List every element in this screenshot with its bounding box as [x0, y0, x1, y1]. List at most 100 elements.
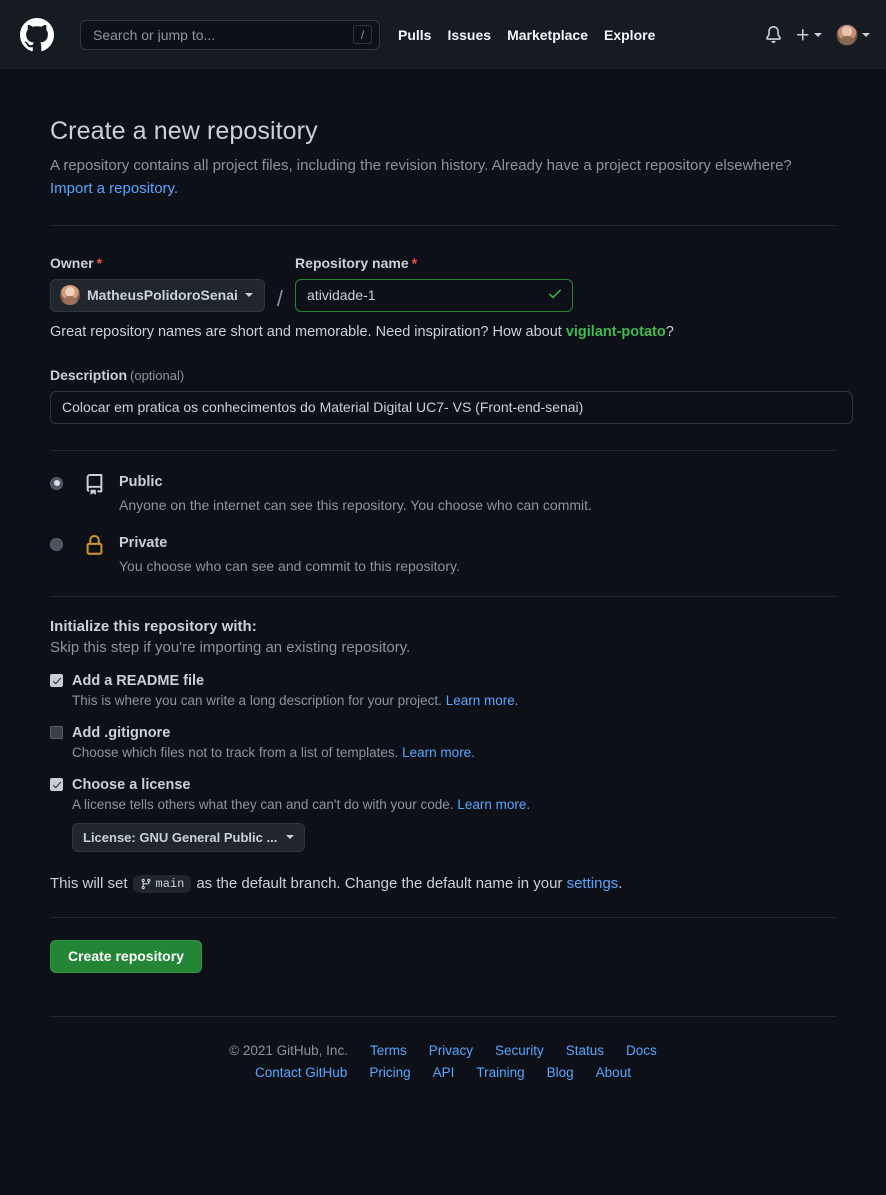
checkbox-license[interactable]: [50, 778, 63, 792]
footer-divider: [50, 1015, 836, 1017]
account-menu-button[interactable]: [836, 23, 870, 46]
global-header: Search or jump to... / Pulls Issues Mark…: [0, 0, 886, 69]
readme-learn-more-link[interactable]: Learn more.: [446, 693, 519, 708]
description-input[interactable]: [50, 390, 853, 424]
new-repository-form: Create a new repository A repository con…: [50, 116, 853, 973]
footer-link-terms[interactable]: Terms: [370, 1043, 407, 1058]
footer-link-docs[interactable]: Docs: [626, 1043, 657, 1058]
owner-field: Owner * MatheusPolidoroSenai: [50, 255, 265, 312]
nav-item-explore[interactable]: Explore: [604, 27, 655, 43]
visibility-option-public[interactable]: Public Anyone on the internet can see th…: [50, 473, 836, 515]
nav-item-marketplace[interactable]: Marketplace: [507, 27, 588, 43]
repository-name-label: Repository name *: [295, 255, 573, 271]
checkbox-readme[interactable]: [50, 674, 63, 688]
footer-link-pricing[interactable]: Pricing: [369, 1065, 410, 1080]
github-mark-icon[interactable]: [20, 17, 54, 52]
name-suggestion[interactable]: vigilant-potato: [566, 324, 666, 340]
option-gitignore-head[interactable]: Add .gitignore: [50, 725, 836, 741]
gitignore-learn-more-link[interactable]: Learn more.: [402, 745, 475, 760]
header-nav: Pulls Issues Marketplace Explore: [398, 27, 655, 43]
radio-public[interactable]: [50, 476, 63, 490]
create-repository-button[interactable]: Create repository: [50, 939, 202, 973]
option-license: Choose a license A license tells others …: [50, 777, 836, 852]
repository-name-label-text: Repository name: [295, 254, 409, 271]
repository-name-input-wrap: [295, 278, 574, 312]
checkbox-gitignore[interactable]: [50, 726, 63, 740]
visibility-option-private[interactable]: Private You choose who can see and commi…: [50, 534, 836, 576]
divider: [50, 595, 836, 597]
license-learn-more-link[interactable]: Learn more.: [457, 797, 530, 812]
settings-link[interactable]: settings: [567, 875, 619, 892]
footer-link-about[interactable]: About: [596, 1065, 631, 1080]
owner-select[interactable]: MatheusPolidoroSenai: [50, 278, 265, 312]
initialize-title: Initialize this repository with:: [50, 617, 257, 635]
repo-book-icon: [81, 473, 107, 495]
option-readme-description: This is where you can write a long descr…: [72, 693, 836, 708]
repository-name-hint: Great repository names are short and mem…: [50, 324, 836, 340]
footer-link-training[interactable]: Training: [476, 1065, 524, 1080]
nav-item-issues[interactable]: Issues: [447, 27, 491, 43]
visibility-private-body: Private You choose who can see and commi…: [119, 534, 460, 576]
divider: [50, 916, 836, 918]
radio-private[interactable]: [50, 538, 63, 552]
hint-prefix: Great repository names are short and mem…: [50, 323, 566, 340]
owner-label-text: Owner: [50, 254, 94, 271]
footer-link-api[interactable]: API: [433, 1065, 455, 1080]
visibility-private-title: Private: [119, 535, 168, 552]
page-intro: A repository contains all project files,…: [50, 157, 792, 175]
footer-link-contact-github[interactable]: Contact GitHub: [255, 1065, 347, 1080]
search-input[interactable]: Search or jump to... /: [80, 19, 380, 50]
chevron-down-icon: [286, 835, 295, 840]
option-gitignore-description-text: Choose which files not to track from a l…: [72, 744, 399, 760]
hint-suffix: ?: [665, 323, 674, 340]
import-repository-line: Import a repository.: [50, 180, 836, 197]
search-placeholder: Search or jump to...: [93, 27, 216, 42]
option-gitignore-label: Add .gitignore: [72, 724, 171, 741]
option-license-head[interactable]: Choose a license: [50, 777, 836, 793]
description-optional-tag: (optional): [130, 367, 185, 383]
repository-name-field: Repository name *: [295, 255, 574, 312]
option-readme-head[interactable]: Add a README file: [50, 673, 836, 689]
divider: [50, 224, 836, 226]
visibility-private-description: You choose who can see and commit to thi…: [119, 558, 460, 575]
option-readme: Add a README file This is where you can …: [50, 673, 836, 708]
option-license-description-text: A license tells others what they can and…: [72, 796, 454, 812]
footer-row-secondary: Contact GitHub Pricing API Training Blog…: [0, 1065, 886, 1080]
visibility-public-body: Public Anyone on the internet can see th…: [119, 473, 592, 515]
footer-link-blog[interactable]: Blog: [547, 1065, 574, 1080]
owner-and-name-row: Owner * MatheusPolidoroSenai / Repository…: [50, 255, 836, 312]
page-footer: © 2021 GitHub, Inc. Terms Privacy Securi…: [0, 1043, 886, 1080]
option-gitignore: Add .gitignore Choose which files not to…: [50, 725, 836, 760]
footer-link-privacy[interactable]: Privacy: [429, 1043, 473, 1058]
chevron-down-icon: [244, 293, 253, 298]
visibility-public-description: Anyone on the internet can see this repo…: [119, 496, 592, 513]
plus-icon: [797, 28, 809, 40]
option-license-description: A license tells others what they can and…: [72, 797, 836, 812]
default-branch-name: main: [155, 876, 185, 891]
page-body: Create a new repository A repository con…: [0, 116, 886, 973]
chevron-down-icon: [814, 32, 822, 37]
chevron-down-icon: [862, 32, 870, 37]
option-gitignore-description: Choose which files not to track from a l…: [72, 745, 836, 760]
footer-link-security[interactable]: Security: [495, 1043, 544, 1058]
license-select[interactable]: License: GNU General Public ...: [72, 822, 306, 852]
owner-label: Owner *: [50, 255, 265, 271]
required-marker: *: [96, 254, 103, 271]
visibility-options: Public Anyone on the internet can see th…: [50, 473, 836, 577]
avatar: [836, 23, 858, 46]
bell-icon[interactable]: [759, 21, 787, 49]
create-new-button[interactable]: [789, 21, 826, 49]
description-label: Description (optional): [50, 367, 836, 383]
import-repository-link[interactable]: Import a repository.: [50, 180, 178, 197]
footer-link-status[interactable]: Status: [566, 1043, 604, 1058]
required-marker: *: [411, 254, 418, 271]
license-select-value: License: GNU General Public ...: [83, 829, 278, 845]
repository-name-input[interactable]: [295, 278, 574, 312]
owner-name: MatheusPolidoroSenai: [87, 287, 238, 304]
initialize-subtitle: Skip this step if you're importing an ex…: [50, 638, 411, 656]
nav-item-pulls[interactable]: Pulls: [398, 27, 431, 43]
description-label-text: Description: [50, 366, 128, 383]
divider: [50, 449, 836, 451]
footer-copyright: © 2021 GitHub, Inc.: [229, 1042, 348, 1058]
footer-row-primary: © 2021 GitHub, Inc. Terms Privacy Securi…: [0, 1043, 886, 1058]
